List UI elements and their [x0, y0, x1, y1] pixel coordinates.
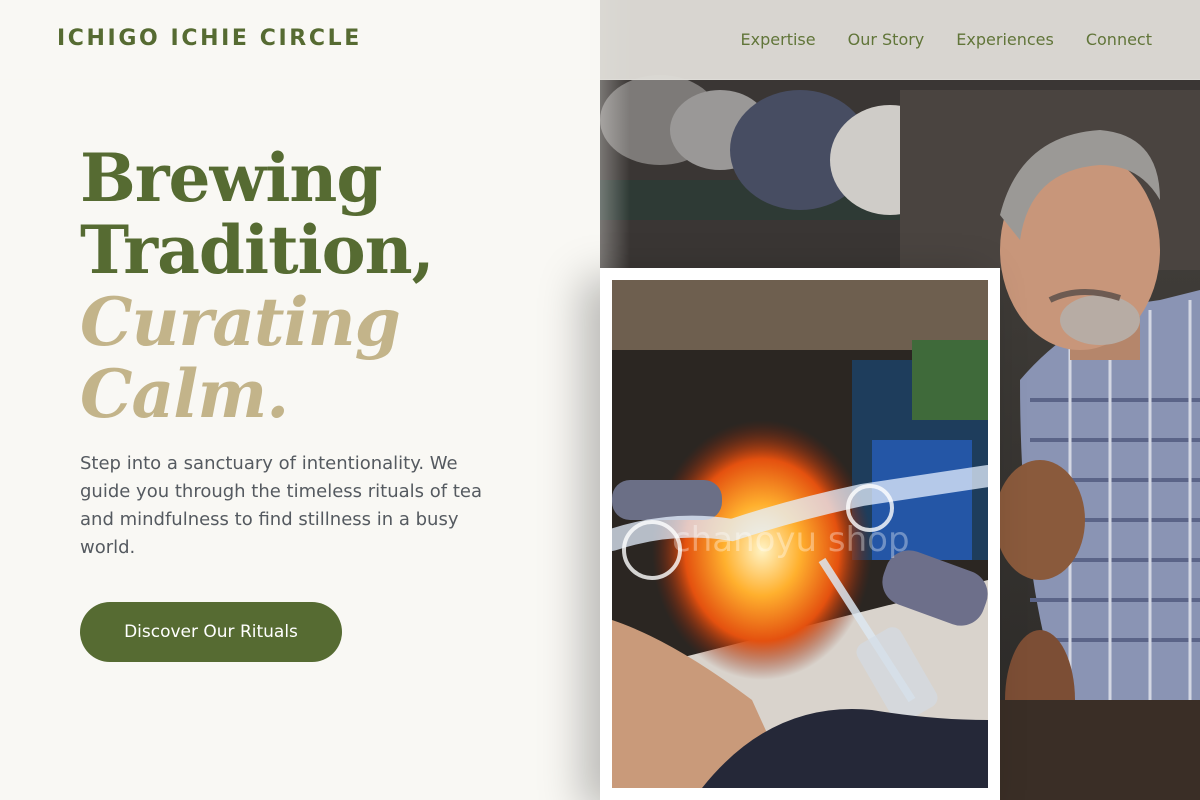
nav-link-expertise[interactable]: Expertise	[741, 30, 816, 49]
site-logo[interactable]: ICHIGO ICHIE CIRCLE	[57, 26, 362, 51]
site-header: ICHIGO ICHIE CIRCLE Expertise Our Story …	[0, 0, 1200, 80]
nav-link-our-story[interactable]: Our Story	[848, 30, 925, 49]
headline-line-brewing: Brewing	[80, 139, 383, 217]
headline-line-curating: Curating	[80, 283, 401, 361]
nav-link-experiences[interactable]: Experiences	[956, 30, 1054, 49]
headline-line-calm: Calm.	[80, 355, 289, 433]
hero-description: Step into a sanctuary of intentionality.…	[80, 453, 483, 558]
main-nav: Expertise Our Story Experiences Connect	[741, 30, 1152, 49]
image-watermark: chanoyu shop	[672, 520, 910, 560]
glassblowing-image: chanoyu shop	[612, 280, 988, 788]
headline-line-tradition: Tradition,	[80, 211, 435, 289]
inset-photo-card: chanoyu shop	[600, 268, 1000, 800]
hero-headline: Brewing Tradition, Curating Calm.	[80, 142, 560, 430]
nav-link-connect[interactable]: Connect	[1086, 30, 1152, 49]
discover-rituals-button[interactable]: Discover Our Rituals	[80, 602, 342, 662]
